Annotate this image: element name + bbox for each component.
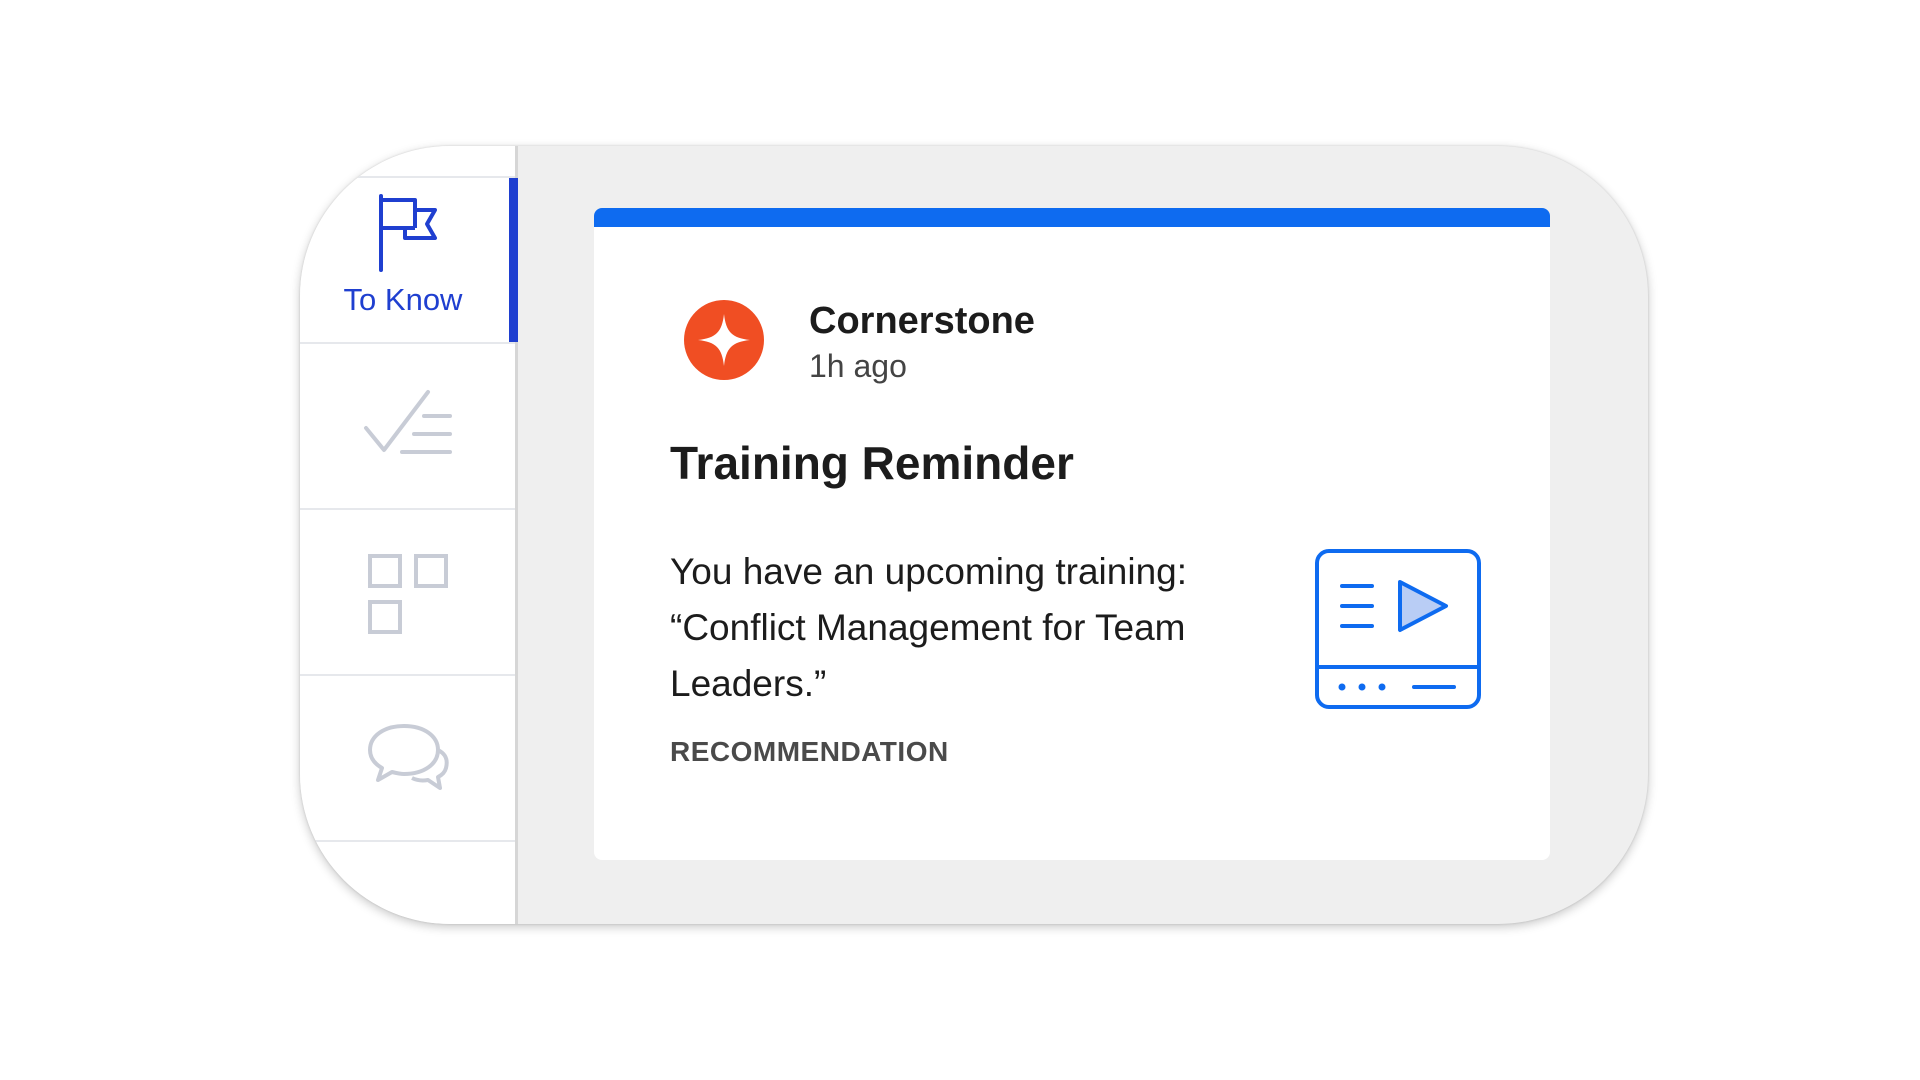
sidebar-item-to-know[interactable]: To Know — [300, 176, 518, 342]
sidebar-item-checklist[interactable] — [300, 342, 515, 508]
sidebar-item-apps[interactable] — [300, 508, 515, 674]
sidebar-item-label: To Know — [343, 282, 463, 317]
sidebar-divider — [300, 840, 515, 924]
sidebar-item-chat[interactable] — [300, 674, 515, 840]
chat-bubbles-icon — [366, 720, 450, 801]
notification-body: You have an upcoming training: “Conflict… — [670, 544, 1270, 712]
video-lesson-icon — [1314, 548, 1482, 710]
sidebar: To Know — [300, 146, 518, 924]
body-line: You have an upcoming training: — [670, 551, 1188, 592]
notification-card[interactable]: Cornerstone 1h ago Training Reminder You… — [594, 208, 1550, 860]
cornerstone-logo — [684, 300, 764, 380]
sender-name: Cornerstone — [809, 300, 1035, 342]
card-accent-bar — [594, 208, 1550, 227]
checklist-icon — [362, 388, 454, 463]
apps-grid-icon — [366, 552, 450, 641]
device-frame: To Know Cornerstone 1h ago Training Remi… — [300, 146, 1648, 924]
notification-title: Training Reminder — [670, 437, 1074, 489]
body-line: “Conflict Management for Team Leaders.” — [670, 607, 1186, 704]
category-label: RECOMMENDATION — [670, 736, 949, 767]
timestamp: 1h ago — [809, 348, 907, 384]
flag-icon — [373, 192, 443, 277]
